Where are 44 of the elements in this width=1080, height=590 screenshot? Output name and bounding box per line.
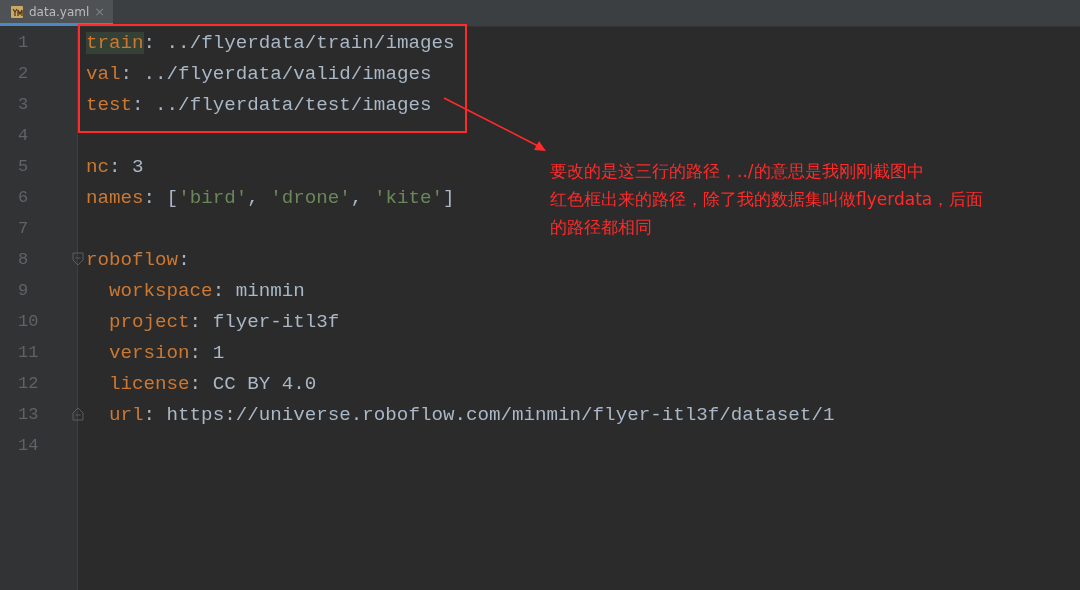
yaml-key: train [86,31,144,54]
punctuation: : [212,279,226,302]
yaml-key: workspace [109,279,213,302]
string-literal: 'kite' [373,186,443,209]
yaml-key: test [86,93,133,116]
string-literal: 'drone' [270,186,351,209]
punctuation: : [120,62,134,85]
yaml-value: https://universe.roboflow.com/minmin/flyer-itl3f/dataset/1 [166,403,835,426]
yaml-value: CC BY 4.0 [212,372,317,395]
yaml-key: val [86,62,121,85]
punctuation: : [189,310,203,333]
yaml-key: url [109,403,144,426]
yaml-file-icon [10,4,24,19]
punctuation: : [ [143,186,179,209]
punctuation: : [143,403,157,426]
yaml-value: ../flyerdata/valid/images [143,62,432,85]
punctuation: : [178,248,190,271]
file-tab[interactable]: data.yaml × [0,0,114,26]
yaml-value: flyer-itl3f [212,310,340,333]
punctuation: : [132,93,145,116]
fold-icon[interactable] [72,252,84,266]
yaml-value: 1 [212,341,225,364]
yaml-key: names [86,186,144,209]
punctuation: : [189,341,203,364]
yaml-key: project [109,310,190,333]
annotation-text: 的路径都相同 [550,216,653,239]
yaml-key: roboflow [86,248,179,271]
fold-end-icon[interactable] [72,407,84,421]
punctuation: , [350,186,364,209]
yaml-value: ../flyerdata/train/images [166,31,455,54]
annotation-text: 红色框出来的路径，除了我的数据集叫做flyerdata，后面 [550,188,984,211]
yaml-key: version [109,341,190,364]
yaml-key: license [109,372,190,395]
yaml-value: ../flyerdata/test/images [155,93,432,116]
punctuation: ] [443,186,455,209]
yaml-value: minmin [235,279,305,302]
yaml-key: nc [86,155,110,178]
string-literal: 'bird' [178,186,248,209]
punctuation: : [189,372,203,395]
annotation-text: 要改的是这三行的路径，../的意思是我刚刚截图中 [550,160,925,183]
punctuation: : [109,155,122,178]
punctuation: , [247,186,260,209]
yaml-value: 3 [132,155,144,178]
punctuation: : [143,31,157,54]
